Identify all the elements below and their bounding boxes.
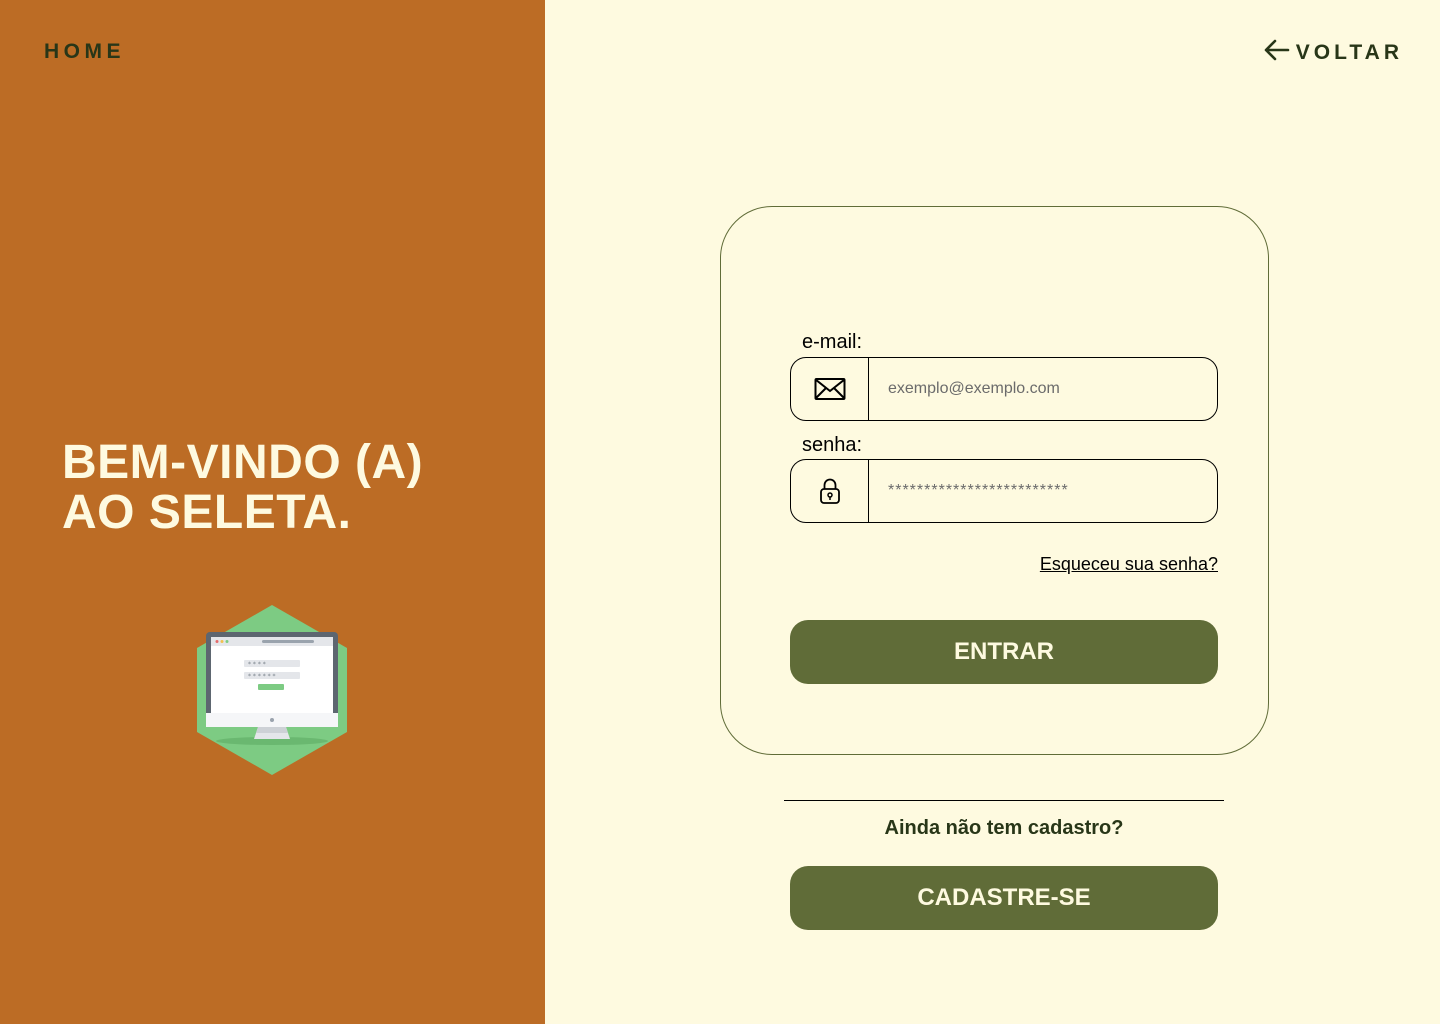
password-input[interactable] xyxy=(869,460,1217,522)
password-field-group xyxy=(790,459,1218,523)
back-label: VOLTAR xyxy=(1295,40,1403,64)
password-label: senha: xyxy=(802,434,863,456)
login-button[interactable]: ENTRAR xyxy=(790,620,1218,684)
welcome-line-2: AO SELETA. xyxy=(62,486,352,539)
email-input[interactable] xyxy=(869,358,1217,420)
email-label: e-mail: xyxy=(802,331,863,353)
envelope-icon xyxy=(791,358,869,420)
lock-icon xyxy=(791,460,869,522)
welcome-line-1: BEM-VINDO (A) xyxy=(62,436,424,489)
email-field-group xyxy=(790,357,1218,421)
forgot-password-link[interactable]: Esqueceu sua senha? xyxy=(1040,554,1218,575)
signup-button[interactable]: CADASTRE-SE xyxy=(790,866,1218,930)
left-panel: HOME BEM-VINDO (A) AO SELETA. * * * * * … xyxy=(0,0,545,1024)
arrow-left-icon xyxy=(1262,38,1290,67)
computer-login-icon: * * * * * * * * * * xyxy=(196,604,348,781)
home-link[interactable]: HOME xyxy=(44,40,125,64)
svg-text:* * * * * *: * * * * * * xyxy=(248,673,276,680)
welcome-heading: BEM-VINDO (A) AO SELETA. xyxy=(62,438,423,538)
screen-button xyxy=(258,684,284,690)
signup-prompt: Ainda não tem cadastro? xyxy=(884,817,1124,839)
back-link[interactable]: VOLTAR xyxy=(1262,38,1403,67)
divider xyxy=(784,800,1224,801)
svg-text:* * * *: * * * * xyxy=(248,661,266,668)
